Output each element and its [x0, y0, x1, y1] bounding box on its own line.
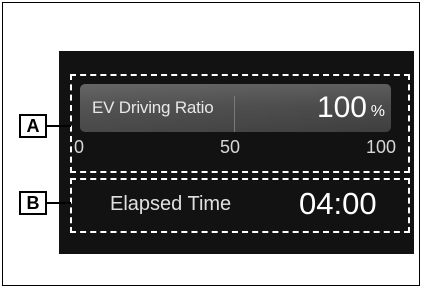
callout-a-outline [70, 74, 410, 173]
callout-b-outline [70, 178, 410, 233]
callout-b-badge: B [19, 191, 47, 215]
callout-a-badge: A [19, 114, 47, 138]
callout-b-leader [47, 202, 71, 204]
callout-a-leader [47, 125, 71, 127]
